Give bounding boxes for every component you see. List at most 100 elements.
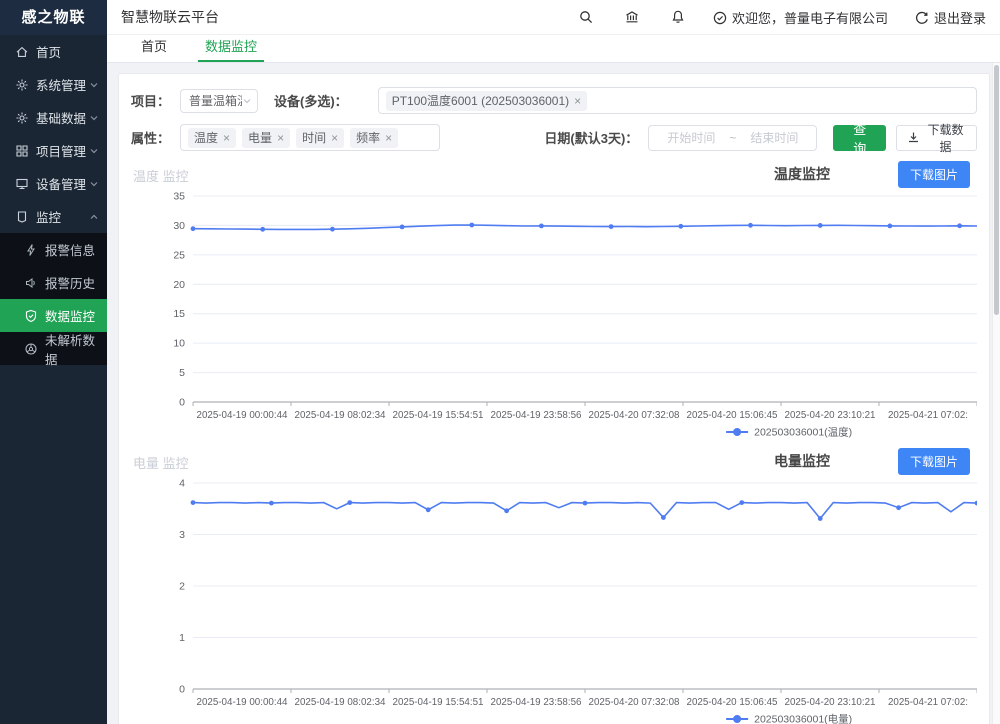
attr-label: 属性：: [131, 128, 170, 147]
tag: 时间×: [296, 128, 344, 148]
project-label: 项目：: [131, 91, 170, 110]
circle-check-icon: [712, 10, 727, 25]
svg-text:2025-04-19 08:02:34: 2025-04-19 08:02:34: [295, 697, 387, 708]
chevron-down-icon: [89, 179, 99, 189]
battery-header: 电量 监控 电量监控 下载图片: [131, 448, 977, 475]
lightning-icon: [24, 243, 38, 257]
sidebar: 感之物联 首页系统管理基础数据项目管理设备管理监控报警信息报警历史数据监控未解析…: [0, 0, 107, 724]
main-area: 智慧物联云平台 欢迎您，普量电子有限公司 退出登录 首页 数据监控: [107, 0, 1000, 724]
remove-tag-icon[interactable]: ×: [574, 95, 581, 107]
search-icon[interactable]: [578, 9, 594, 25]
date-end-placeholder: 结束时间: [750, 129, 798, 146]
battery-section: 电量 监控 电量监控 下载图片 012342025-04-19 00:00:44…: [131, 448, 977, 724]
remove-tag-icon[interactable]: ×: [223, 132, 230, 144]
device-label: 设备(多选)：: [274, 91, 348, 110]
chart-legend: 202503036001(温度): [726, 426, 852, 439]
speaker-icon: [24, 276, 38, 290]
grid-icon: [15, 144, 29, 158]
sidebar-item-system-mgmt[interactable]: 系统管理: [0, 68, 107, 101]
svg-text:2025-04-20 23:10:21: 2025-04-20 23:10:21: [785, 697, 876, 708]
welcome-text: 欢迎您，普量电子有限公司: [732, 8, 888, 27]
tabbar: 首页 数据监控: [107, 35, 1000, 63]
svg-text:2025-04-20 07:32:08: 2025-04-20 07:32:08: [589, 410, 681, 421]
logout-button[interactable]: 退出登录: [914, 8, 986, 27]
monitor-icon: [15, 177, 29, 191]
svg-text:2025-04-20 15:06:45: 2025-04-20 15:06:45: [687, 410, 779, 421]
temperature-chart: 051015202530352025-04-19 00:00:442025-04…: [131, 188, 977, 442]
sidebar-item-project-mgmt[interactable]: 项目管理: [0, 134, 107, 167]
attr-multiselect[interactable]: 温度×电量×时间×频率×: [180, 124, 440, 151]
svg-text:202503036001(电量): 202503036001(电量): [754, 713, 852, 724]
filter-row-project: 项目： 普量温箱温度... 设备(多选)： PT100温度6001 (20250…: [131, 87, 977, 114]
sidebar-item-alarm-info[interactable]: 报警信息: [0, 233, 107, 266]
bell-icon[interactable]: [670, 9, 686, 25]
sidebar-item-label: 数据监控: [45, 306, 95, 325]
tag: 电量×: [242, 128, 290, 148]
welcome-account[interactable]: 欢迎您，普量电子有限公司: [712, 8, 888, 27]
chevron-down-icon: [89, 146, 99, 156]
project-select[interactable]: 普量温箱温度...: [180, 89, 258, 113]
svg-text:2025-04-19 23:58:56: 2025-04-19 23:58:56: [491, 697, 583, 708]
home-icon: [15, 45, 29, 59]
device-multiselect[interactable]: PT100温度6001 (202503036001)×: [378, 87, 977, 114]
download-image-button-temperature[interactable]: 下载图片: [898, 161, 970, 188]
battery-chart-title: 电量监控: [774, 451, 830, 471]
download-image-button-battery[interactable]: 下载图片: [898, 448, 970, 475]
date-range-input[interactable]: 开始时间 ~ 结束时间: [648, 125, 817, 151]
battery-chart: 012342025-04-19 00:00:442025-04-19 08:02…: [131, 475, 977, 724]
sidebar-item-device-mgmt[interactable]: 设备管理: [0, 167, 107, 200]
date-separator: ~: [729, 131, 736, 145]
tab-data-monitor[interactable]: 数据监控: [198, 36, 264, 62]
svg-text:2025-04-19 15:54:51: 2025-04-19 15:54:51: [393, 410, 484, 421]
sidebar-item-label: 报警信息: [45, 240, 95, 259]
svg-text:2025-04-20 07:32:08: 2025-04-20 07:32:08: [589, 697, 681, 708]
svg-text:2: 2: [179, 581, 185, 593]
sidebar-item-label: 项目管理: [36, 141, 86, 160]
chevron-down-icon: [89, 113, 99, 123]
shield-check-icon: [24, 309, 38, 323]
download-icon: [907, 131, 920, 144]
data-monitor-panel: 项目： 普量温箱温度... 设备(多选)： PT100温度6001 (20250…: [118, 73, 990, 724]
sidebar-item-label: 未解析数据: [45, 330, 107, 368]
sidebar-item-monitor[interactable]: 监控: [0, 200, 107, 233]
sidebar-item-label: 设备管理: [36, 174, 86, 193]
svg-text:35: 35: [173, 191, 185, 203]
sidebar-item-base-data[interactable]: 基础数据: [0, 101, 107, 134]
svg-text:25: 25: [173, 249, 185, 261]
chevron-down-icon: [242, 96, 252, 106]
sidebar-item-label: 首页: [36, 42, 61, 61]
svg-text:4: 4: [179, 478, 185, 490]
temperature-chart-title: 温度监控: [774, 164, 830, 184]
temperature-section-label: 温度 监控: [133, 166, 189, 185]
sidebar-item-alarm-history[interactable]: 报警历史: [0, 266, 107, 299]
globe-icon: [24, 342, 38, 356]
vertical-scrollbar: [992, 63, 1000, 724]
bank-icon[interactable]: [624, 9, 640, 25]
brand-logo: 感之物联: [0, 0, 107, 35]
gear-icon: [15, 111, 29, 125]
scrollbar-thumb[interactable]: [994, 65, 999, 315]
remove-tag-icon[interactable]: ×: [385, 132, 392, 144]
sidebar-item-label: 基础数据: [36, 108, 86, 127]
sidebar-item-unparsed-data[interactable]: 未解析数据: [0, 332, 107, 365]
bookmark-icon: [15, 210, 29, 224]
remove-tag-icon[interactable]: ×: [331, 132, 338, 144]
filter-row-attrs: 属性： 温度×电量×时间×频率× 日期(默认3天)： 开始时间 ~ 结束时间 查…: [131, 124, 977, 151]
sidebar-item-home[interactable]: 首页: [0, 35, 107, 68]
temperature-header: 温度 监控 温度监控 下载图片: [131, 161, 977, 188]
query-button[interactable]: 查 询: [833, 125, 886, 151]
gear-icon: [15, 78, 29, 92]
submenu-monitor: 报警信息报警历史数据监控未解析数据: [0, 233, 107, 365]
svg-text:2025-04-20 15:06:45: 2025-04-20 15:06:45: [687, 697, 779, 708]
logout-icon: [914, 10, 929, 25]
project-select-value: 普量温箱温度...: [189, 92, 242, 109]
svg-text:2025-04-21 07:02:: 2025-04-21 07:02:: [888, 410, 968, 421]
tab-home[interactable]: 首页: [134, 36, 174, 62]
remove-tag-icon[interactable]: ×: [277, 132, 284, 144]
sidebar-item-data-monitor[interactable]: 数据监控: [0, 299, 107, 332]
date-start-placeholder: 开始时间: [667, 129, 715, 146]
tag: 频率×: [350, 128, 398, 148]
download-data-button[interactable]: 下载数据: [896, 125, 977, 151]
download-data-label: 下载数据: [925, 121, 966, 155]
chart-canvas: 012342025-04-19 00:00:442025-04-19 08:02…: [131, 475, 977, 724]
